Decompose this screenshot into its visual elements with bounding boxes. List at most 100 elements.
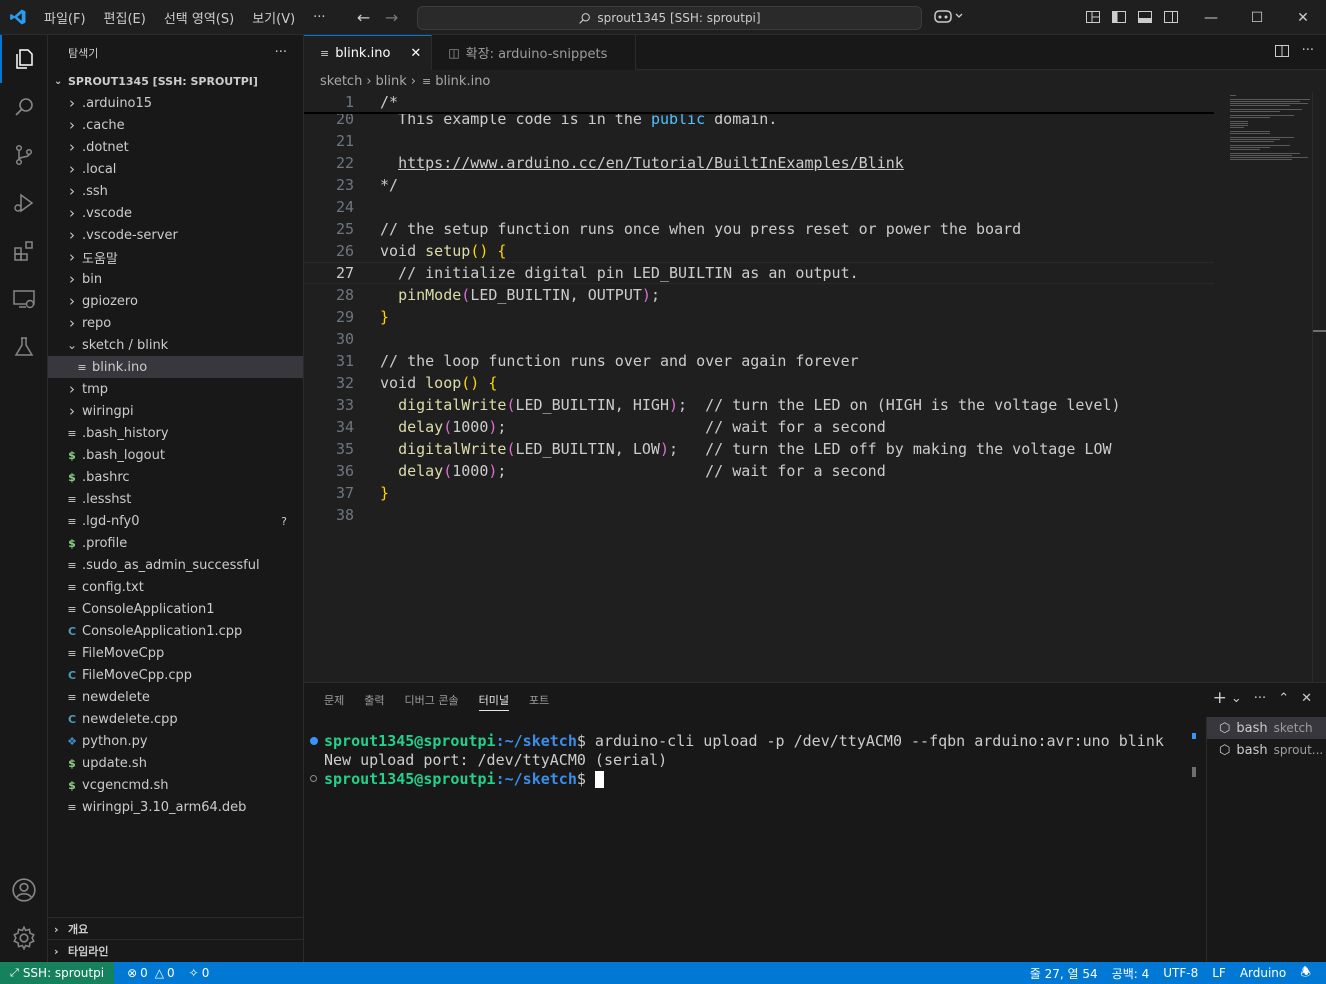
line-number: 28: [335, 286, 354, 304]
forward-arrow-icon[interactable]: →: [381, 6, 403, 28]
tab-problems[interactable]: 문제: [316, 683, 352, 717]
file-item[interactable]: ≡ .lesshst: [48, 488, 303, 510]
account-icon[interactable]: [0, 866, 48, 914]
folder-item[interactable]: › bin: [48, 268, 303, 290]
indentation[interactable]: 공백: 4: [1105, 962, 1157, 984]
minimap[interactable]: [1224, 92, 1314, 172]
cursor-position[interactable]: 줄 27, 열 54: [1023, 962, 1105, 984]
maximize-panel-icon[interactable]: ⌃: [1278, 691, 1289, 706]
command-center[interactable]: sprout1345 [SSH: sproutpi]: [417, 6, 922, 30]
editor-more-icon[interactable]: ···: [1302, 43, 1314, 63]
menu-view[interactable]: 보기(V): [243, 0, 304, 34]
search-icon[interactable]: [0, 83, 48, 131]
extensions-icon[interactable]: [0, 227, 48, 275]
tab-debug-console[interactable]: 디버그 콘솔: [397, 683, 467, 717]
toggle-sidebar-icon[interactable]: [1110, 8, 1128, 26]
chevron-down-icon[interactable]: ⌄: [1231, 691, 1242, 706]
end-of-line[interactable]: LF: [1205, 962, 1233, 984]
problems-status[interactable]: ⊗ 0 △ 0: [120, 962, 182, 984]
menu-file[interactable]: 파일(F): [35, 0, 95, 34]
folder-item[interactable]: › 도움말: [48, 246, 303, 268]
file-item[interactable]: ≡ blink.ino: [48, 356, 303, 378]
command-pending-dot[interactable]: [310, 775, 317, 782]
close-panel-icon[interactable]: ✕: [1301, 691, 1312, 706]
file-item[interactable]: $ update.sh: [48, 752, 303, 774]
file-item[interactable]: $ vcgencmd.sh: [48, 774, 303, 796]
menu-selection[interactable]: 선택 영역(S): [155, 0, 243, 34]
explorer-icon[interactable]: [0, 35, 48, 83]
sticky-scroll-line[interactable]: 1 /*: [304, 92, 1214, 114]
testing-icon[interactable]: [0, 323, 48, 371]
breadcrumb-file[interactable]: blink.ino: [435, 74, 490, 89]
file-item[interactable]: ≡ wiringpi_3.10_arm64.deb: [48, 796, 303, 818]
file-item[interactable]: ≡ .sudo_as_admin_successful: [48, 554, 303, 576]
command-success-dot[interactable]: [310, 736, 318, 745]
terminal-instance-2[interactable]: ⬡ bash sprout...: [1207, 739, 1326, 761]
editor-scrollbar[interactable]: [1312, 92, 1326, 682]
language-mode[interactable]: Arduino: [1233, 962, 1293, 984]
copilot-button[interactable]: [934, 8, 964, 24]
file-item[interactable]: ≡ .bash_history: [48, 422, 303, 444]
code-editor[interactable]: 1/* 20 This example code is in the public…: [304, 92, 1326, 682]
folder-item[interactable]: › wiringpi: [48, 400, 303, 422]
split-editor-icon[interactable]: [1274, 43, 1290, 63]
folder-item[interactable]: › .arduino15: [48, 92, 303, 114]
sidebar-more-button[interactable]: ···: [275, 45, 287, 60]
breadcrumb-sketch[interactable]: sketch: [320, 74, 362, 89]
file-item[interactable]: $ .profile: [48, 532, 303, 554]
timeline-section[interactable]: › 타임라인: [48, 939, 304, 962]
terminal-scrollbar[interactable]: [1192, 733, 1198, 963]
maximize-icon[interactable]: ☐: [1234, 0, 1280, 35]
ports-status[interactable]: ✧ 0: [182, 962, 217, 984]
outline-section[interactable]: › 개요: [48, 917, 304, 940]
folder-item[interactable]: › repo: [48, 312, 303, 334]
folder-item[interactable]: › .vscode: [48, 202, 303, 224]
terminal-output[interactable]: sprout1345@sproutpi:~/sketch$ arduino-cl…: [304, 731, 1194, 788]
file-item[interactable]: $ .bash_logout: [48, 444, 303, 466]
file-item[interactable]: $ .bashrc: [48, 466, 303, 488]
tab-extension-arduino-snippets[interactable]: ◫ 확장: arduino-snippets: [432, 35, 637, 70]
tab-ports[interactable]: 포트: [521, 683, 557, 717]
run-debug-icon[interactable]: [0, 179, 48, 227]
settings-gear-icon[interactable]: [0, 914, 48, 962]
panel-more-icon[interactable]: ···: [1254, 691, 1266, 706]
file-item[interactable]: C ConsoleApplication1.cpp: [48, 620, 303, 642]
file-item[interactable]: ≡ config.txt: [48, 576, 303, 598]
folder-item[interactable]: › gpiozero: [48, 290, 303, 312]
back-arrow-icon[interactable]: ←: [353, 6, 375, 28]
folder-item[interactable]: › .ssh: [48, 180, 303, 202]
folder-item[interactable]: › tmp: [48, 378, 303, 400]
toggle-secondary-sidebar-icon[interactable]: [1162, 8, 1180, 26]
folder-item[interactable]: › .local: [48, 158, 303, 180]
file-item[interactable]: ≡ newdelete: [48, 686, 303, 708]
menu-more[interactable]: ···: [304, 0, 334, 34]
file-item[interactable]: ❖ python.py: [48, 730, 303, 752]
close-tab-icon[interactable]: ✕: [410, 46, 421, 61]
file-item[interactable]: ≡ ConsoleApplication1: [48, 598, 303, 620]
new-terminal-icon[interactable]: +: [1213, 690, 1227, 707]
terminal-instance-1[interactable]: ⬡ bash sketch: [1207, 717, 1326, 739]
folder-item[interactable]: ⌄ sketch / blink: [48, 334, 303, 356]
source-control-icon[interactable]: [0, 131, 48, 179]
workspace-root[interactable]: ⌄ SPROUT1345 [SSH: SPROUTPI]: [48, 70, 303, 92]
notifications-bell-icon[interactable]: 🕭: [1293, 962, 1318, 984]
folder-item[interactable]: › .dotnet: [48, 136, 303, 158]
breadcrumb-blink[interactable]: blink: [376, 74, 407, 89]
remote-indicator[interactable]: ⤢ SSH: sproutpi: [0, 962, 115, 984]
file-item[interactable]: ≡ .lgd-nfy0?: [48, 510, 303, 532]
folder-item[interactable]: › .cache: [48, 114, 303, 136]
file-item[interactable]: Cnewdelete.cpp: [48, 708, 303, 730]
file-item[interactable]: ≡ FileMoveCpp: [48, 642, 303, 664]
remote-explorer-icon[interactable]: [0, 275, 48, 323]
toggle-panel-icon[interactable]: [1136, 8, 1154, 26]
minimize-icon[interactable]: —: [1188, 0, 1234, 35]
encoding[interactable]: UTF-8: [1156, 962, 1205, 984]
tab-terminal[interactable]: 터미널: [471, 683, 517, 717]
tab-blink-ino[interactable]: ≡ blink.ino ✕: [304, 35, 433, 70]
folder-item[interactable]: › .vscode-server: [48, 224, 303, 246]
close-window-icon[interactable]: ✕: [1280, 0, 1326, 35]
menu-edit[interactable]: 편집(E): [95, 0, 155, 34]
tab-output[interactable]: 출력: [356, 683, 392, 717]
file-item[interactable]: C FileMoveCpp.cpp: [48, 664, 303, 686]
customize-layout-icon[interactable]: [1084, 8, 1102, 26]
